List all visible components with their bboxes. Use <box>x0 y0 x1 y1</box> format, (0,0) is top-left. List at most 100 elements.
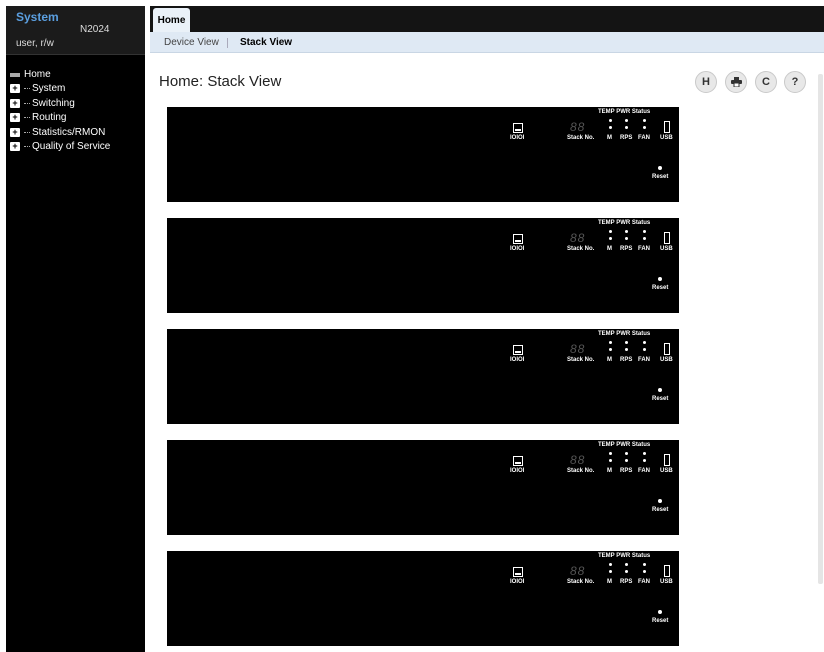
nav-item-statistics-rmon[interactable]: + Statistics/RMON <box>10 125 142 140</box>
stack-unit: TEMP PWR Status IOIOI 88 Stack No. M RPS… <box>167 329 679 424</box>
reset-label: Reset <box>652 285 669 291</box>
stack-number-label: Stack No. <box>567 135 595 141</box>
stack-number-label: Stack No. <box>567 357 595 363</box>
status-led-icon <box>643 341 646 344</box>
usb-port-icon <box>664 121 670 133</box>
m-label: M <box>607 357 612 363</box>
print-button[interactable] <box>725 71 747 93</box>
stack-unit: TEMP PWR Status IOIOI 88 Stack No. M RPS… <box>167 107 679 202</box>
home-icon <box>10 72 20 77</box>
reset-button-icon[interactable] <box>658 166 662 170</box>
reset-label: Reset <box>652 618 669 624</box>
fan-label: FAN <box>638 468 650 474</box>
subtab-device-view[interactable]: Device View <box>164 37 219 48</box>
m-label: M <box>607 135 612 141</box>
stack-unit: TEMP PWR Status IOIOI 88 Stack No. M RPS… <box>167 218 679 313</box>
expand-icon[interactable]: + <box>10 127 20 137</box>
usb-label: USB <box>660 579 673 585</box>
usb-label: USB <box>660 246 673 252</box>
rps-led-icon <box>625 126 628 129</box>
console-port-icon <box>513 345 523 355</box>
pwr-led-icon <box>625 452 628 455</box>
tab-home[interactable]: Home <box>153 8 190 32</box>
help-icon: ? <box>791 76 799 88</box>
printer-icon <box>730 77 742 87</box>
system-title: System <box>16 10 59 24</box>
tree-connector <box>24 131 30 133</box>
pwr-led-icon <box>625 563 628 566</box>
console-port-icon <box>513 456 523 466</box>
tree-connector <box>24 102 30 104</box>
expand-icon[interactable]: + <box>10 113 20 123</box>
nav-item-system[interactable]: + System <box>10 82 142 97</box>
fan-label: FAN <box>638 135 650 141</box>
status-leds <box>608 119 648 135</box>
fan-led-icon <box>643 570 646 573</box>
usb-port-icon <box>664 232 670 244</box>
expand-icon[interactable]: + <box>10 84 20 94</box>
subtab-stack-view[interactable]: Stack View <box>240 37 292 48</box>
stack-number-label: Stack No. <box>567 579 595 585</box>
tree-connector <box>24 88 30 90</box>
save-button[interactable]: H <box>695 71 717 93</box>
refresh-icon: C <box>762 76 770 88</box>
rps-label: RPS <box>620 579 633 585</box>
refresh-button[interactable]: C <box>755 71 777 93</box>
reset-button-icon[interactable] <box>658 610 662 614</box>
help-button[interactable]: ? <box>784 71 806 93</box>
reset-button-icon[interactable] <box>658 388 662 392</box>
stack-number-label: Stack No. <box>567 246 595 252</box>
nav-item-switching[interactable]: + Switching <box>10 96 142 111</box>
system-user: user, r/w <box>16 38 54 49</box>
nav-item-routing[interactable]: + Routing <box>10 111 142 126</box>
tab-bar: Home <box>150 6 824 32</box>
fan-led-icon <box>643 459 646 462</box>
nav-item-quality-of-service[interactable]: + Quality of Service <box>10 140 142 155</box>
status-led-icon <box>643 119 646 122</box>
status-leds <box>608 452 648 468</box>
nav-item-label: Statistics/RMON <box>32 126 106 138</box>
m-led-icon <box>609 126 612 129</box>
scrollbar[interactable] <box>818 74 823 584</box>
console-port-icon <box>513 123 523 133</box>
subtab-separator <box>227 38 228 48</box>
usb-label: USB <box>660 357 673 363</box>
reset-label: Reset <box>652 396 669 402</box>
stack-unit: TEMP PWR Status IOIOI 88 Stack No. M RPS… <box>167 551 679 646</box>
reset-button-icon[interactable] <box>658 277 662 281</box>
status-header: TEMP PWR Status <box>598 553 651 559</box>
reset-label: Reset <box>652 174 669 180</box>
m-label: M <box>607 468 612 474</box>
status-led-icon <box>643 452 646 455</box>
nav-item-label: Routing <box>32 112 67 124</box>
subtab-bar: Device View Stack View <box>150 32 824 53</box>
temp-led-icon <box>609 230 612 233</box>
stack-unit: TEMP PWR Status IOIOI 88 Stack No. M RPS… <box>167 440 679 535</box>
main-content: Home Device View Stack View Home: Stack … <box>150 6 824 652</box>
nav-item-home[interactable]: Home <box>10 67 142 82</box>
pwr-led-icon <box>625 230 628 233</box>
status-header: TEMP PWR Status <box>598 331 651 337</box>
status-led-icon <box>643 230 646 233</box>
tree-connector <box>24 117 30 119</box>
rps-label: RPS <box>620 468 633 474</box>
nav-item-label: Home <box>24 68 51 80</box>
expand-icon[interactable]: + <box>10 98 20 108</box>
console-port-icon <box>513 567 523 577</box>
temp-led-icon <box>609 452 612 455</box>
sidebar: System N2024 user, r/w Home + System + S… <box>6 6 145 652</box>
rps-led-icon <box>625 459 628 462</box>
reset-button-icon[interactable] <box>658 499 662 503</box>
stack-number-display: 88 <box>570 342 586 356</box>
expand-icon[interactable]: + <box>10 142 20 152</box>
nav-item-label: System <box>32 83 66 95</box>
fan-label: FAN <box>638 357 650 363</box>
pwr-led-icon <box>625 119 628 122</box>
stack-number-display: 88 <box>570 120 586 134</box>
m-led-icon <box>609 459 612 462</box>
page-title: Home: Stack View <box>159 73 282 90</box>
pwr-led-icon <box>625 341 628 344</box>
status-leds <box>608 563 648 579</box>
m-label: M <box>607 579 612 585</box>
nav-tree: Home + System + Switching + Routing + St… <box>10 67 142 154</box>
